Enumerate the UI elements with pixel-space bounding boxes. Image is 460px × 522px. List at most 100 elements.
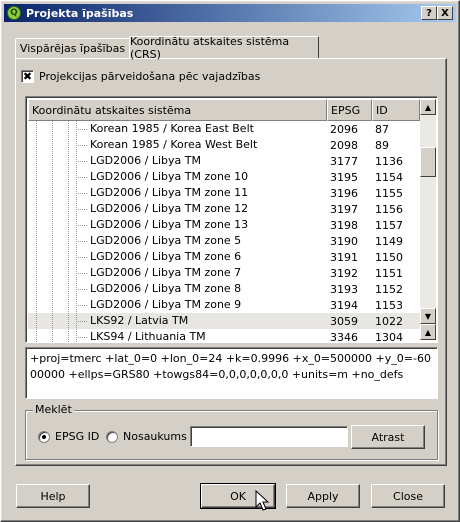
crs-name-cell: LGD2006 / Libya TM zone 7 bbox=[28, 265, 327, 281]
crs-epsg-cell: 3177 bbox=[330, 154, 358, 168]
crs-id-cell: 1304 bbox=[375, 330, 403, 343]
reprojection-checkbox[interactable]: ✖ bbox=[21, 70, 34, 83]
crs-name: LGD2006 / Libya TM zone 7 bbox=[90, 266, 242, 279]
crs-list[interactable]: Koordinātu atskaites sistēma EPSG ID Kor… bbox=[25, 96, 438, 343]
scroll-down-arrow-icon[interactable]: ▼ bbox=[420, 308, 436, 324]
crs-name-cell: LKS92 / Latvia TM bbox=[28, 313, 327, 329]
crs-epsg-cell: 3191 bbox=[330, 250, 358, 264]
window-title: Projekta īpašības bbox=[26, 6, 134, 20]
table-row[interactable]: LGD2006 / Libya TM zone 10 3195 1154 bbox=[28, 169, 420, 185]
help-title-button[interactable]: ? bbox=[421, 6, 437, 20]
radio-name[interactable]: Nosaukums bbox=[106, 430, 187, 443]
crs-name-cell: LGD2006 / Libya TM zone 10 bbox=[28, 169, 327, 185]
crs-name: LGD2006 / Libya TM zone 12 bbox=[90, 202, 249, 215]
radio-name-button[interactable] bbox=[106, 430, 118, 443]
table-row[interactable]: LGD2006 / Libya TM zone 6 3191 1150 bbox=[28, 249, 420, 265]
crs-name: LGD2006 / Libya TM zone 5 bbox=[90, 234, 242, 247]
tab-general[interactable]: Vispārējas īpašības bbox=[15, 38, 130, 58]
crs-id-cell: 1150 bbox=[375, 250, 403, 264]
crs-name: Korean 1985 / Korea East Belt bbox=[90, 122, 254, 135]
tree-branch-connector bbox=[76, 305, 88, 306]
crs-epsg-cell: 3196 bbox=[330, 186, 358, 200]
table-row[interactable]: LGD2006 / Libya TM 3177 1136 bbox=[28, 153, 420, 169]
help-button[interactable]: Help bbox=[16, 484, 90, 508]
qgis-app-icon: Q bbox=[7, 6, 21, 20]
radio-epsg-button[interactable] bbox=[38, 430, 50, 443]
crs-epsg-cell: 3197 bbox=[330, 202, 358, 216]
apply-button[interactable]: Apply bbox=[286, 484, 360, 508]
tab-crs[interactable]: Koordinātu atskaites sistēma (CRS) bbox=[129, 35, 319, 61]
tree-branch-connector bbox=[76, 177, 88, 178]
scroll-thumb[interactable] bbox=[420, 147, 436, 177]
crs-name: LKS92 / Latvia TM bbox=[90, 314, 189, 327]
tree-branch-connector bbox=[76, 129, 88, 130]
table-row[interactable]: LGD2006 / Libya TM zone 11 3196 1155 bbox=[28, 185, 420, 201]
crs-id-cell: 1149 bbox=[375, 234, 403, 248]
table-row[interactable]: LGD2006 / Libya TM zone 8 3193 1152 bbox=[28, 281, 420, 297]
crs-name: LKS94 / Lithuania TM bbox=[90, 330, 206, 343]
crs-name: LGD2006 / Libya TM bbox=[90, 154, 201, 167]
crs-epsg-cell: 3193 bbox=[330, 282, 358, 296]
tree-branch-connector bbox=[76, 193, 88, 194]
crs-id-cell: 1157 bbox=[375, 218, 403, 232]
search-input[interactable] bbox=[190, 426, 348, 447]
crs-name: LGD2006 / Libya TM zone 8 bbox=[90, 282, 242, 295]
table-row[interactable]: LGD2006 / Libya TM zone 9 3194 1153 bbox=[28, 297, 420, 313]
crs-name-cell: LGD2006 / Libya TM zone 12 bbox=[28, 201, 327, 217]
crs-epsg-cell: 3198 bbox=[330, 218, 358, 232]
scroll-up-arrow-icon[interactable]: ▲ bbox=[420, 99, 436, 115]
header-id[interactable]: ID bbox=[372, 99, 420, 121]
header-epsg[interactable]: EPSG bbox=[327, 99, 372, 121]
table-row[interactable]: LKS92 / Latvia TM 3059 1022 bbox=[28, 313, 420, 329]
table-row[interactable]: Korean 1985 / Korea East Belt 2096 87 bbox=[28, 121, 420, 137]
table-row[interactable]: LGD2006 / Libya TM zone 13 3198 1157 bbox=[28, 217, 420, 233]
crs-id-cell: 1136 bbox=[375, 154, 403, 168]
crs-list-rows: Korean 1985 / Korea East Belt 2096 87 Korea… bbox=[28, 121, 420, 343]
crs-name-cell: LGD2006 / Libya TM zone 6 bbox=[28, 249, 327, 265]
close-window-button[interactable]: X bbox=[437, 6, 453, 20]
table-row[interactable]: LKS94 / Lithuania TM 3346 1304 bbox=[28, 329, 420, 343]
crs-id-cell: 1152 bbox=[375, 282, 403, 296]
crs-list-scrollbar[interactable]: ▲ ▼ ▲ bbox=[420, 99, 436, 340]
crs-name: LGD2006 / Libya TM zone 11 bbox=[90, 186, 249, 199]
crs-name-cell: LGD2006 / Libya TM zone 13 bbox=[28, 217, 327, 233]
tree-branch-connector bbox=[76, 241, 88, 242]
search-group-title: Meklēt bbox=[33, 403, 74, 416]
crs-id-cell: 89 bbox=[375, 138, 389, 152]
crs-id-cell: 1156 bbox=[375, 202, 403, 216]
tree-branch-connector bbox=[76, 209, 88, 210]
crs-name-cell: LGD2006 / Libya TM zone 9 bbox=[28, 297, 327, 313]
header-crs[interactable]: Koordinātu atskaites sistēma bbox=[28, 99, 327, 121]
tree-branch-connector bbox=[76, 289, 88, 290]
table-row[interactable]: LGD2006 / Libya TM zone 7 3192 1151 bbox=[28, 265, 420, 281]
cancel-button[interactable]: Close bbox=[371, 484, 445, 508]
crs-epsg-cell: 3195 bbox=[330, 170, 358, 184]
table-row[interactable]: Korean 1985 / Korea West Belt 2098 89 bbox=[28, 137, 420, 153]
crs-epsg-cell: 3194 bbox=[330, 298, 358, 312]
radio-epsg-id[interactable]: EPSG ID bbox=[38, 430, 99, 443]
reprojection-label: Projekcijas pārveidošana pēc vajadzības bbox=[39, 70, 261, 83]
crs-list-header: Koordinātu atskaites sistēma EPSG ID bbox=[28, 99, 420, 121]
crs-name-cell: Korean 1985 / Korea East Belt bbox=[28, 121, 327, 137]
find-button[interactable]: Atrast bbox=[351, 425, 425, 449]
crs-name-cell: LKS94 / Lithuania TM bbox=[28, 329, 327, 343]
tree-branch-line bbox=[76, 329, 77, 342]
tree-branch-connector bbox=[76, 321, 88, 322]
tree-branch-connector bbox=[76, 337, 88, 338]
tree-branch-connector bbox=[76, 161, 88, 162]
crs-epsg-cell: 3192 bbox=[330, 266, 358, 280]
crs-name-cell: LGD2006 / Libya TM bbox=[28, 153, 327, 169]
tree-branch-connector bbox=[76, 225, 88, 226]
table-row[interactable]: LGD2006 / Libya TM zone 12 3197 1156 bbox=[28, 201, 420, 217]
crs-id-cell: 1153 bbox=[375, 298, 403, 312]
mouse-cursor-icon bbox=[255, 490, 270, 511]
crs-id-cell: 1151 bbox=[375, 266, 403, 280]
scroll-up-arrow-icon-2[interactable]: ▲ bbox=[420, 324, 436, 340]
crs-id-cell: 1154 bbox=[375, 170, 403, 184]
on-the-fly-reprojection[interactable]: ✖ Projekcijas pārveidošana pēc vajadzība… bbox=[21, 70, 260, 83]
tree-branch-connector bbox=[76, 273, 88, 274]
crs-name: LGD2006 / Libya TM zone 13 bbox=[90, 218, 249, 231]
crs-name: Korean 1985 / Korea West Belt bbox=[90, 138, 258, 151]
title-bar: Q Projekta īpašības ? X bbox=[4, 4, 456, 22]
table-row[interactable]: LGD2006 / Libya TM zone 5 3190 1149 bbox=[28, 233, 420, 249]
